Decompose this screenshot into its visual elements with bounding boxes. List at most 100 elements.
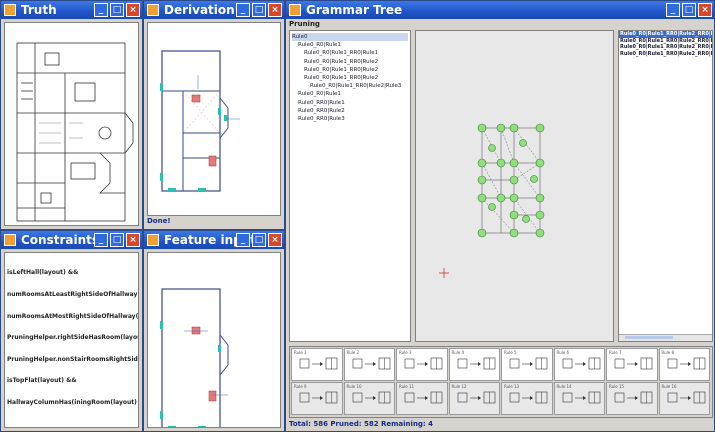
tree-node[interactable]: Rule0_R0|Rule1_RR0|Rule2 [292,66,408,74]
rule-thumbnail-label: Rule 2 [346,350,360,355]
tree-node[interactable]: Rule0_RR0|Rule3 [292,115,408,123]
minimize-icon[interactable]: _ [236,233,250,247]
derivation-canvas [147,22,281,216]
grammar-graph [439,123,545,278]
maximize-icon[interactable]: □ [252,3,266,17]
minimize-icon[interactable]: _ [94,3,108,17]
derivation-status: Done! [147,217,171,225]
rule-thumbnail-label: Rule 11 [399,384,415,389]
constraint-line: PruningHelper.nonStairRoomsRightSideFrom… [7,355,139,363]
maximize-icon[interactable]: □ [682,3,696,17]
rule-thumbnail[interactable]: Rule 12 [448,382,500,415]
rule-thumbnail[interactable]: Rule 9 [291,382,343,415]
rule-thumbnail-label: Rule 3 [399,350,412,355]
constraint-line: PruningHelper.rightSideHasRoom(layout, "… [7,334,139,342]
rule-tree-panel[interactable]: Rule0 Rule0_R0|Rule1 Rule0_R0|Rule1_RR0|… [289,30,411,342]
truth-window[interactable]: Truth _ □ × [0,0,143,230]
rule-thumbnail[interactable]: Rule 4 [448,348,500,381]
tree-node[interactable]: Rule0 [292,33,408,42]
rule-thumbnail[interactable]: Rule 7 [606,348,658,381]
truth-titlebar[interactable]: Truth _ □ × [1,1,142,19]
feature-input-canvas[interactable] [147,252,281,428]
close-icon[interactable]: × [126,233,140,247]
constraints-textarea[interactable]: isLeftHall(layout) && numRoomsAtLeastRig… [4,252,139,428]
minimize-icon[interactable]: _ [666,3,680,17]
rule-thumbnail-label: Rule 6 [556,350,570,355]
horizontal-scrollbar[interactable] [619,334,712,341]
rule-thumbnail[interactable]: Rule 3 [396,348,448,381]
window-icon [4,234,16,246]
tree-node[interactable]: Rule0_R0|Rule1_RR0|Rule2|Rule3 [292,82,408,90]
rule-thumbnail-label: Rule 16 [661,384,677,389]
graph-panel[interactable] [415,30,614,342]
feature-input-window[interactable]: Feature input _ □ × [143,230,285,432]
rule-thumbnail-label: Rule 12 [451,384,467,389]
window-title: Derivation [164,3,235,17]
derivation-titlebar[interactable]: Derivation _ □ × [144,1,284,19]
tree-node[interactable]: Rule0_R0|Rule1 [292,90,408,98]
close-icon[interactable]: × [268,233,282,247]
result-item[interactable]: Rule0_R0|Rule1_RR0|Rule2_RR0|Rule6 [619,51,712,58]
close-icon[interactable]: × [126,3,140,17]
rule-thumbnail[interactable]: Rule 14 [553,382,605,415]
rule-thumbnail-label: Rule 5 [504,350,517,355]
feature-input-titlebar[interactable]: Feature input _ □ × [144,231,284,249]
feature-plan [160,288,229,427]
constraints-titlebar[interactable]: Constraints _ □ × [1,231,142,249]
window-icon [147,4,159,16]
constraint-line: numRoomsAtLeastRightSideOfHallway(layout… [7,291,138,299]
minimize-icon[interactable]: _ [94,233,108,247]
window-icon [147,234,159,246]
rule-thumbnail[interactable]: Rule 11 [396,382,448,415]
rule-thumbnail[interactable]: Rule 10 [343,382,395,415]
rule-thumbnail-label: Rule 15 [609,384,625,389]
rule-thumbnail[interactable]: Rule 16 [658,382,710,415]
constraint-line: HallwayColumnHas(iningRoom(layout) [7,399,137,407]
constraint-line: isTopFlat(layout) && [7,377,77,385]
rule-thumbnail-label: Rule 10 [346,384,362,389]
tree-node[interactable]: Rule0_R0|Rule1_RR0|Rule1 [292,49,408,57]
menu-pruning[interactable]: Pruning [289,20,320,28]
rule-thumbnail-label: Rule 8 [661,350,675,355]
rule-thumbnail[interactable]: Rule 6 [553,348,605,381]
rule-thumbnail-label: Rule 9 [294,384,307,389]
window-title: Constraints [21,233,100,247]
rule-thumbnail-label: Rule 14 [556,384,572,389]
rule-thumbnail[interactable]: Rule 5 [501,348,553,381]
rule-thumbnail[interactable]: Rule 8 [658,348,710,381]
derivation-plan [160,50,240,192]
maximize-icon[interactable]: □ [110,233,124,247]
rule-thumbnail[interactable]: Rule 1 [291,348,343,381]
window-icon [4,4,16,16]
minimize-icon[interactable]: _ [236,3,250,17]
result-item[interactable]: Rule0_R0|Rule1_RR0|Rule2_RR0|Rule3 [619,31,712,38]
rule-thumbnail-label: Rule 4 [451,350,465,355]
close-icon[interactable]: × [268,3,282,17]
maximize-icon[interactable]: □ [252,233,266,247]
rule-thumbnail-label: Rule 1 [294,350,307,355]
rule-thumbnail-label: Rule 7 [609,350,622,355]
tree-node[interactable]: Rule0_R0|Rule1_RR0|Rule2 [292,74,408,82]
floorplan-sketch [16,42,134,222]
window-icon [289,4,301,16]
results-list-panel[interactable]: Rule0_R0|Rule1_RR0|Rule2_RR0|Rule3 Rule0… [618,30,713,342]
window-title: Truth [21,3,57,17]
tree-node[interactable]: Rule0_R0|Rule1_RR0|Rule2 [292,58,408,66]
close-icon[interactable]: × [698,3,712,17]
tree-node[interactable]: Rule0_RR0|Rule2 [292,107,408,115]
grammar-status: Total: 586 Pruned: 582 Remaining: 4 [289,420,434,428]
grammar-tree-titlebar[interactable]: Grammar Tree _ □ × [286,1,714,19]
tree-node[interactable]: Rule0_R0|Rule1 [292,41,408,49]
derivation-window[interactable]: Derivation _ □ × Done! [143,0,285,230]
grammar-tree-window[interactable]: Grammar Tree _ □ × Pruning Rule0 Rule0_R… [285,0,715,432]
tree-node[interactable]: Rule0_RR0|Rule1 [292,99,408,107]
rule-thumbnail[interactable]: Rule 15 [606,382,658,415]
rule-thumbnail[interactable]: Rule 2 [343,348,395,381]
constraint-line: isLeftHall(layout) && [7,269,79,277]
rule-thumbnails-panel[interactable]: Rule 1 Rule 2 Rule 3 Rule 4 Rule 5 Rule 6 Rule… [289,346,713,418]
constraints-window[interactable]: Constraints _ □ × isLeftHall(layout) && … [0,230,143,432]
rule-thumbnail[interactable]: Rule 13 [501,382,553,415]
result-item[interactable]: Rule0_R0|Rule1_RR0|Rule2_RR0|Rule5 [619,44,712,51]
maximize-icon[interactable]: □ [110,3,124,17]
constraint-line: numRoomsAtMostRightSideOfHallway(layout,… [7,312,139,320]
